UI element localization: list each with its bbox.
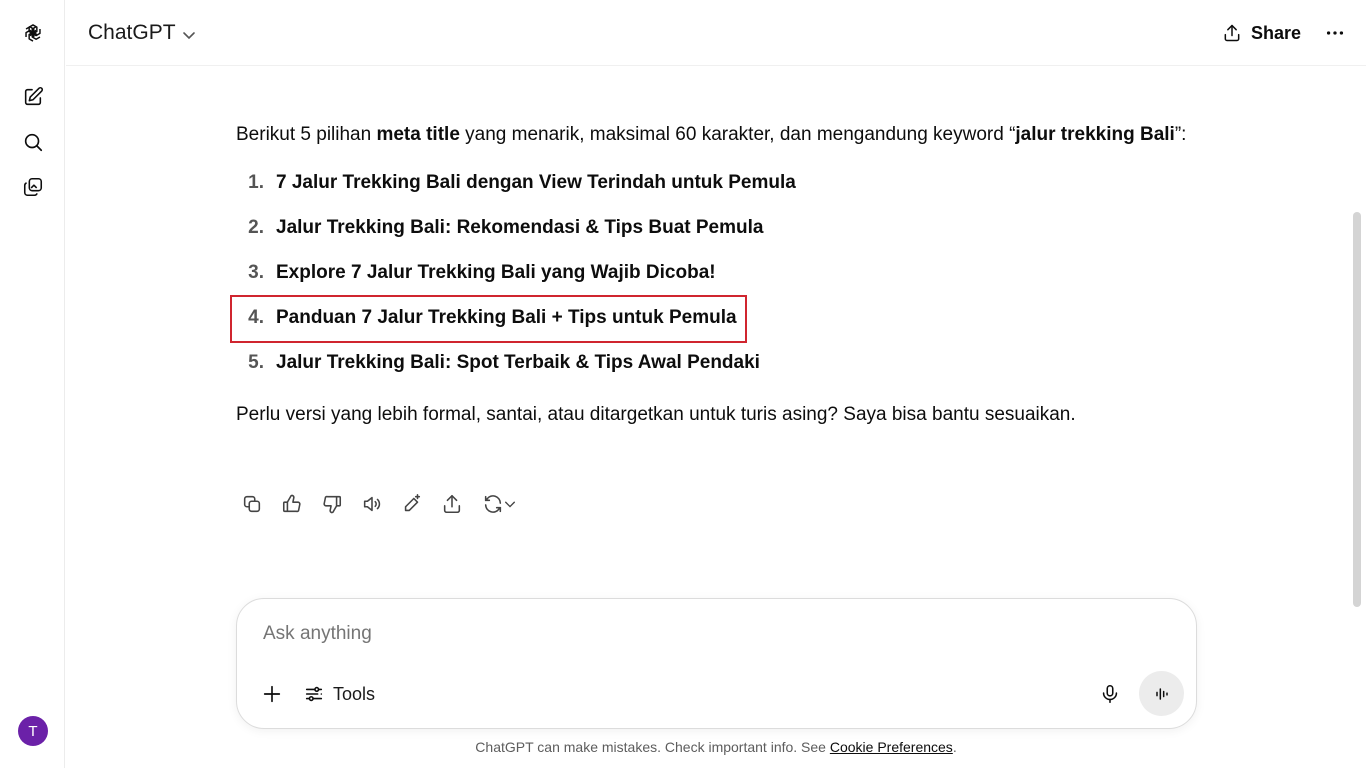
list-item-text: Jalur Trekking Bali: Spot Terbaik & Tips…	[276, 351, 760, 373]
list-number: 3.	[248, 261, 264, 283]
share-message-button[interactable]	[436, 488, 468, 520]
microphone-icon	[1102, 684, 1118, 704]
chevron-down-icon	[505, 501, 515, 508]
intro-text: Berikut 5 pilihan	[236, 124, 377, 145]
model-switcher[interactable]: ChatGPT	[80, 16, 204, 50]
tools-button[interactable]: Tools	[303, 679, 375, 709]
voice-mode-button[interactable]	[1139, 671, 1184, 716]
intro-bold-keyword: jalur trekking Bali	[1015, 124, 1175, 145]
highlight-box	[230, 295, 747, 343]
meta-title-list: 1. 7 Jalur Trekking Bali dengan View Ter…	[230, 160, 1196, 385]
model-name: ChatGPT	[88, 21, 176, 44]
share-button[interactable]: Share	[1212, 16, 1311, 50]
assistant-message: Berikut 5 pilihan meta title yang menari…	[230, 117, 1196, 432]
new-chat-icon[interactable]	[16, 80, 50, 114]
message-outro: Perlu versi yang lebih formal, santai, a…	[236, 404, 1076, 425]
more-dots-icon	[1326, 31, 1344, 35]
tools-label: Tools	[333, 683, 376, 704]
copy-button[interactable]	[236, 488, 268, 520]
list-item: 1. 7 Jalur Trekking Bali dengan View Ter…	[236, 160, 1196, 205]
library-icon[interactable]	[16, 170, 50, 204]
intro-text-mid: yang menarik, maksimal 60 karakter, dan …	[459, 124, 1016, 145]
list-number: 5.	[248, 351, 264, 373]
sidebar-rail: T	[0, 0, 65, 768]
list-number: 1.	[248, 171, 264, 193]
disclaimer-end: .	[952, 739, 957, 755]
list-item: 3. Explore 7 Jalur Trekking Bali yang Wa…	[236, 250, 1196, 295]
message-actions	[236, 488, 522, 520]
list-number: 2.	[248, 216, 264, 238]
dictate-button[interactable]	[1095, 679, 1125, 709]
copy-icon	[243, 495, 261, 513]
plus-icon	[263, 685, 281, 703]
list-item-text: Explore 7 Jalur Trekking Bali yang Wajib…	[276, 261, 716, 283]
list-item: 5. Jalur Trekking Bali: Spot Terbaik & T…	[236, 340, 1196, 385]
list-item-highlighted: 4. Panduan 7 Jalur Trekking Bali + Tips …	[230, 295, 1196, 343]
openai-logo-icon[interactable]	[16, 16, 50, 50]
message-intro: Berikut 5 pilihan meta title yang menari…	[236, 117, 1196, 152]
thumbs-down-button[interactable]	[316, 488, 348, 520]
read-aloud-button[interactable]	[356, 488, 388, 520]
speaker-icon	[363, 496, 381, 512]
refresh-icon	[484, 495, 502, 513]
chevron-down-icon	[182, 31, 195, 39]
pencil-sparkle-icon	[404, 494, 421, 512]
thumbs-up-icon	[282, 494, 301, 513]
intro-bold-meta-title: meta title	[376, 124, 460, 145]
list-item-text: Jalur Trekking Bali: Rekomendasi & Tips …	[276, 216, 764, 238]
scrollbar[interactable]	[1353, 212, 1361, 607]
disclaimer: ChatGPT can make mistakes. Check importa…	[0, 739, 1366, 755]
composer: Tools	[236, 598, 1197, 729]
sliders-icon	[305, 686, 323, 702]
search-icon[interactable]	[16, 125, 50, 159]
more-options-button[interactable]	[1318, 16, 1352, 50]
intro-text-end: ”:	[1174, 124, 1187, 145]
disclaimer-text: ChatGPT can make mistakes. Check importa…	[475, 739, 830, 755]
voice-wave-icon	[1155, 687, 1168, 700]
share-icon	[1224, 24, 1240, 42]
thumbs-down-icon	[323, 495, 342, 514]
thumbs-up-button[interactable]	[276, 488, 308, 520]
share-label: Share	[1251, 22, 1302, 43]
share-icon	[443, 494, 461, 514]
prompt-input[interactable]	[263, 623, 1063, 645]
list-item: 2. Jalur Trekking Bali: Rekomendasi & Ti…	[236, 205, 1196, 250]
regenerate-button[interactable]	[476, 488, 522, 520]
add-attachment-button[interactable]	[257, 679, 287, 709]
header: ChatGPT Share	[66, 0, 1366, 66]
cookie-preferences-link[interactable]: Cookie Preferences	[830, 739, 953, 755]
list-item-text: 7 Jalur Trekking Bali dengan View Terind…	[276, 171, 796, 193]
edit-in-canvas-button[interactable]	[396, 488, 428, 520]
